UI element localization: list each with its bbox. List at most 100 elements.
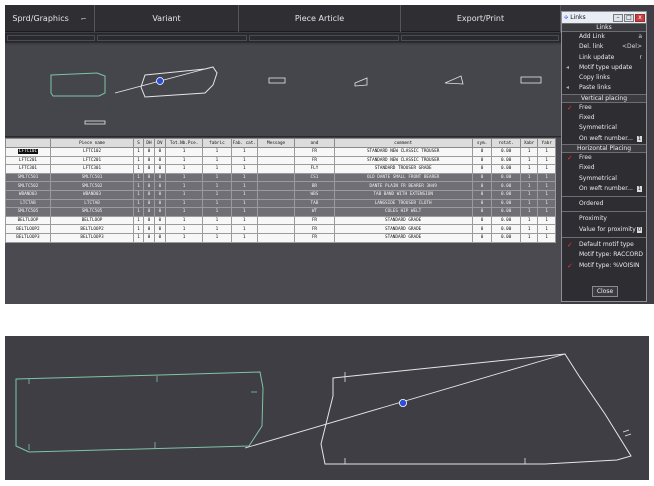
- table-cell[interactable]: 0: [143, 189, 155, 200]
- table-cell[interactable]: 1: [230, 155, 258, 166]
- table-cell[interactable]: LFTC201: [49, 155, 135, 166]
- table-cell[interactable]: 1: [537, 147, 556, 157]
- pieces-preview[interactable]: [5, 45, 561, 137]
- horizontal-placing-item[interactable]: Symmetrical: [562, 174, 646, 184]
- weft-number-field[interactable]: 1: [637, 135, 642, 142]
- table-cell[interactable]: SMLTC502: [5, 181, 51, 191]
- table-cell[interactable]: LTCTAB: [5, 198, 51, 209]
- table-cell[interactable]: WT: [294, 207, 335, 217]
- table-cell[interactable]: 1: [164, 207, 204, 217]
- table-cell[interactable]: 0: [471, 207, 493, 217]
- table-cell[interactable]: 0: [153, 198, 166, 209]
- column-header[interactable]: sym.: [471, 138, 493, 148]
- table-cell[interactable]: 0.00: [491, 189, 521, 200]
- table-cell[interactable]: BELTLOOP2: [49, 224, 135, 234]
- horizontal-placing-item[interactable]: On weft number... 1: [562, 184, 646, 194]
- table-cell[interactable]: 1: [519, 155, 539, 166]
- table-cell[interactable]: BELTLOOP: [5, 215, 51, 226]
- table-cell[interactable]: 1: [202, 189, 232, 200]
- column-header[interactable]: [5, 138, 51, 148]
- table-cell[interactable]: 1: [133, 172, 145, 183]
- table-cell[interactable]: 0: [153, 164, 166, 174]
- table-cell[interactable]: 0: [471, 155, 493, 166]
- table-cell[interactable]: 1: [519, 198, 539, 209]
- table-cell[interactable]: 1: [202, 224, 232, 234]
- table-cell[interactable]: 0.00: [491, 224, 521, 234]
- proximity-value-field[interactable]: 0: [637, 226, 642, 233]
- table-cell[interactable]: LFTC301: [5, 164, 51, 174]
- table-cell[interactable]: 0: [153, 172, 166, 183]
- links-titlebar[interactable]: ✣ Links – □ x: [562, 12, 646, 23]
- table-cell[interactable]: TAB BAND WITH EXTENSION: [333, 189, 473, 200]
- table-cell[interactable]: 0.00: [491, 198, 521, 209]
- table-cell[interactable]: 1: [519, 207, 539, 217]
- table-cell[interactable]: 1: [164, 164, 204, 174]
- column-header[interactable]: S: [133, 138, 145, 148]
- table-cell[interactable]: 0.00: [491, 232, 521, 243]
- table-cell[interactable]: 1: [537, 172, 556, 183]
- link-menu-item[interactable]: Copy links: [562, 73, 646, 83]
- table-cell[interactable]: SMLTC501: [5, 172, 51, 183]
- table-cell[interactable]: 0: [143, 198, 155, 209]
- table-cell[interactable]: 1: [202, 164, 232, 174]
- table-cell[interactable]: [256, 181, 296, 191]
- table-cell[interactable]: 1: [230, 147, 258, 157]
- ordered-option[interactable]: Ordered: [562, 199, 646, 209]
- table-cell[interactable]: 1: [164, 198, 204, 209]
- table-cell[interactable]: STANDARD GRADE: [333, 215, 473, 226]
- table-cell[interactable]: 0: [143, 207, 155, 217]
- table-cell[interactable]: 1: [230, 189, 258, 200]
- table-cell[interactable]: 1: [202, 215, 232, 226]
- table-cell[interactable]: 1: [519, 232, 539, 243]
- vertical-placing-item[interactable]: ✓ Free: [562, 103, 646, 113]
- table-cell[interactable]: 0: [143, 224, 155, 234]
- table-cell[interactable]: STANDARD NEW CLASSIC TROUSER: [333, 155, 473, 166]
- table-cell[interactable]: LFTC301: [49, 164, 135, 174]
- column-header[interactable]: Piece name: [49, 138, 135, 148]
- table-cell[interactable]: 1: [537, 207, 556, 217]
- table-cell[interactable]: FR: [294, 155, 335, 166]
- table-cell[interactable]: SMLTC501: [49, 172, 135, 183]
- table-cell[interactable]: BELTLOOP2: [5, 224, 51, 234]
- table-cell[interactable]: TAB: [294, 198, 335, 209]
- table-cell[interactable]: LFTC101: [5, 147, 51, 157]
- table-cell[interactable]: 1: [230, 224, 258, 234]
- vertical-placing-item[interactable]: Symmetrical: [562, 123, 646, 133]
- table-cell[interactable]: 1: [519, 172, 539, 183]
- table-cell[interactable]: 1: [537, 215, 556, 226]
- table-cell[interactable]: 0: [471, 198, 493, 209]
- proximity-option[interactable]: Proximity: [562, 214, 646, 224]
- table-cell[interactable]: 0: [471, 224, 493, 234]
- table-row[interactable]: SMLTC502 SMLTC502 1 0 0 1 1 1 BR DANTE PLAIN FR B…: [5, 181, 556, 191]
- table-cell[interactable]: LFTC102: [49, 147, 135, 157]
- table-cell[interactable]: BELTLOOP3: [5, 232, 51, 243]
- table-cell[interactable]: 0.00: [491, 207, 521, 217]
- table-cell[interactable]: 0: [471, 164, 493, 174]
- menu-sprd-graphics[interactable]: Sprd/Graphics ⌐: [5, 5, 95, 32]
- table-cell[interactable]: 1: [230, 164, 258, 174]
- table-cell[interactable]: 1: [230, 215, 258, 226]
- table-cell[interactable]: 0: [153, 224, 166, 234]
- table-cell[interactable]: FR: [294, 232, 335, 243]
- table-cell[interactable]: [256, 224, 296, 234]
- table-cell[interactable]: 0: [143, 164, 155, 174]
- table-cell[interactable]: [256, 215, 296, 226]
- table-cell[interactable]: FLY: [294, 164, 335, 174]
- table-cell[interactable]: 1: [230, 172, 258, 183]
- table-cell[interactable]: 1: [537, 232, 556, 243]
- table-row[interactable]: LFTC201 LFTC201 1 0 0 1 1 1 FR STANDARD NEW CLASS…: [5, 155, 556, 166]
- table-cell[interactable]: 1: [537, 224, 556, 234]
- vertical-placing-item[interactable]: Fixed: [562, 113, 646, 123]
- table-cell[interactable]: 1: [164, 215, 204, 226]
- table-cell[interactable]: FR: [294, 147, 335, 157]
- column-header[interactable]: DV: [153, 138, 166, 148]
- table-cell[interactable]: BR: [294, 181, 335, 191]
- table-cell[interactable]: WBS: [294, 189, 335, 200]
- table-cell[interactable]: [256, 189, 296, 200]
- table-cell[interactable]: [256, 164, 296, 174]
- table-cell[interactable]: 1: [164, 232, 204, 243]
- table-cell[interactable]: 1: [202, 155, 232, 166]
- table-cell[interactable]: 1: [537, 155, 556, 166]
- table-cell[interactable]: [256, 172, 296, 183]
- close-button[interactable]: Close: [592, 286, 618, 297]
